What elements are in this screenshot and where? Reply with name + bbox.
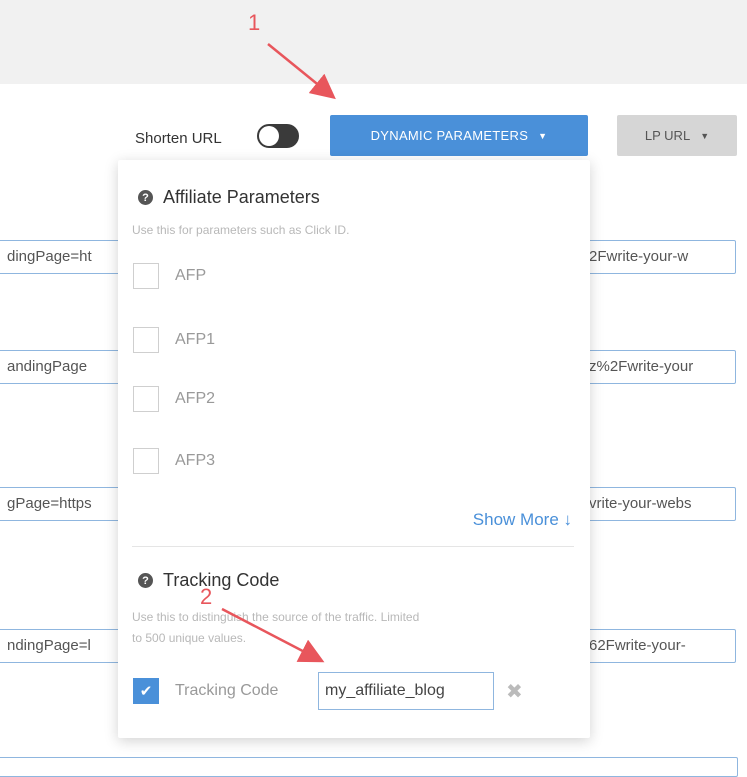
dynamic-parameters-button[interactable]: DYNAMIC PARAMETERS ▼ bbox=[330, 115, 588, 156]
annotation-number: 1 bbox=[248, 10, 261, 35]
clear-icon[interactable]: ✖ bbox=[506, 679, 523, 704]
help-icon: ? bbox=[138, 190, 153, 205]
tracking-code-hint: Use this to distinguish the source of th… bbox=[132, 607, 419, 649]
affiliate-parameters-title: Affiliate Parameters bbox=[163, 187, 320, 207]
afp3-label: AFP3 bbox=[175, 452, 216, 469]
annotation-number: 2 bbox=[200, 584, 213, 609]
tracking-hint-line: Use this to distinguish the source of th… bbox=[132, 610, 420, 624]
afp2-option[interactable]: AFP2 bbox=[133, 386, 215, 412]
affiliate-parameters-hint: Use this for parameters such as Click ID… bbox=[132, 223, 350, 237]
url-field[interactable] bbox=[0, 757, 738, 777]
shorten-url-label: Shorten URL bbox=[135, 130, 222, 147]
tracking-hint-line: to 500 unique values. bbox=[132, 631, 247, 645]
afp3-checkbox[interactable] bbox=[133, 448, 159, 474]
afp-checkbox[interactable] bbox=[133, 263, 159, 289]
afp1-option[interactable]: AFP1 bbox=[133, 327, 215, 353]
caret-down-icon: ▼ bbox=[700, 130, 710, 141]
afp3-option[interactable]: AFP3 bbox=[133, 448, 215, 474]
toggle-knob bbox=[259, 126, 279, 146]
lp-url-label: LP URL bbox=[644, 128, 691, 143]
url-field[interactable]: z%2Fwrite-your bbox=[578, 350, 736, 384]
url-field[interactable]: ndingPage=l bbox=[0, 629, 124, 663]
url-field[interactable]: andingPage bbox=[0, 350, 124, 384]
tracking-code-checkbox[interactable]: ✔ bbox=[133, 678, 159, 704]
afp1-label: AFP1 bbox=[175, 331, 216, 348]
url-field[interactable]: 2Fwrite-your-w bbox=[578, 240, 736, 274]
tracking-code-option[interactable]: ✔ Tracking Code bbox=[133, 678, 278, 704]
url-field[interactable]: vrite-your-webs bbox=[578, 487, 736, 521]
affiliate-parameters-heading: ? Affiliate Parameters bbox=[138, 187, 320, 208]
tracking-code-label: Tracking Code bbox=[175, 682, 279, 699]
afp-label: AFP bbox=[175, 267, 207, 284]
url-field[interactable]: dingPage=ht bbox=[0, 240, 124, 274]
url-field[interactable]: gPage=https bbox=[0, 487, 124, 521]
afp2-label: AFP2 bbox=[175, 390, 216, 407]
dynamic-parameters-label: DYNAMIC PARAMETERS bbox=[370, 128, 529, 143]
afp1-checkbox[interactable] bbox=[133, 327, 159, 353]
divider bbox=[132, 546, 574, 547]
tracking-code-title: Tracking Code bbox=[163, 570, 280, 590]
caret-down-icon: ▼ bbox=[538, 130, 548, 141]
show-more-link[interactable]: Show More ↓ bbox=[473, 510, 572, 530]
shorten-url-toggle[interactable] bbox=[257, 124, 299, 148]
tracking-code-input[interactable]: my_affiliate_blog bbox=[318, 672, 494, 710]
afp-option[interactable]: AFP bbox=[133, 263, 206, 289]
lp-url-button[interactable]: LP URL ▼ bbox=[617, 115, 737, 156]
help-icon: ? bbox=[138, 573, 153, 588]
url-field[interactable]: 62Fwrite-your- bbox=[578, 629, 736, 663]
dynamic-parameters-dropdown: ? Affiliate Parameters Use this for para… bbox=[118, 160, 590, 738]
top-bar bbox=[0, 0, 747, 84]
afp2-checkbox[interactable] bbox=[133, 386, 159, 412]
